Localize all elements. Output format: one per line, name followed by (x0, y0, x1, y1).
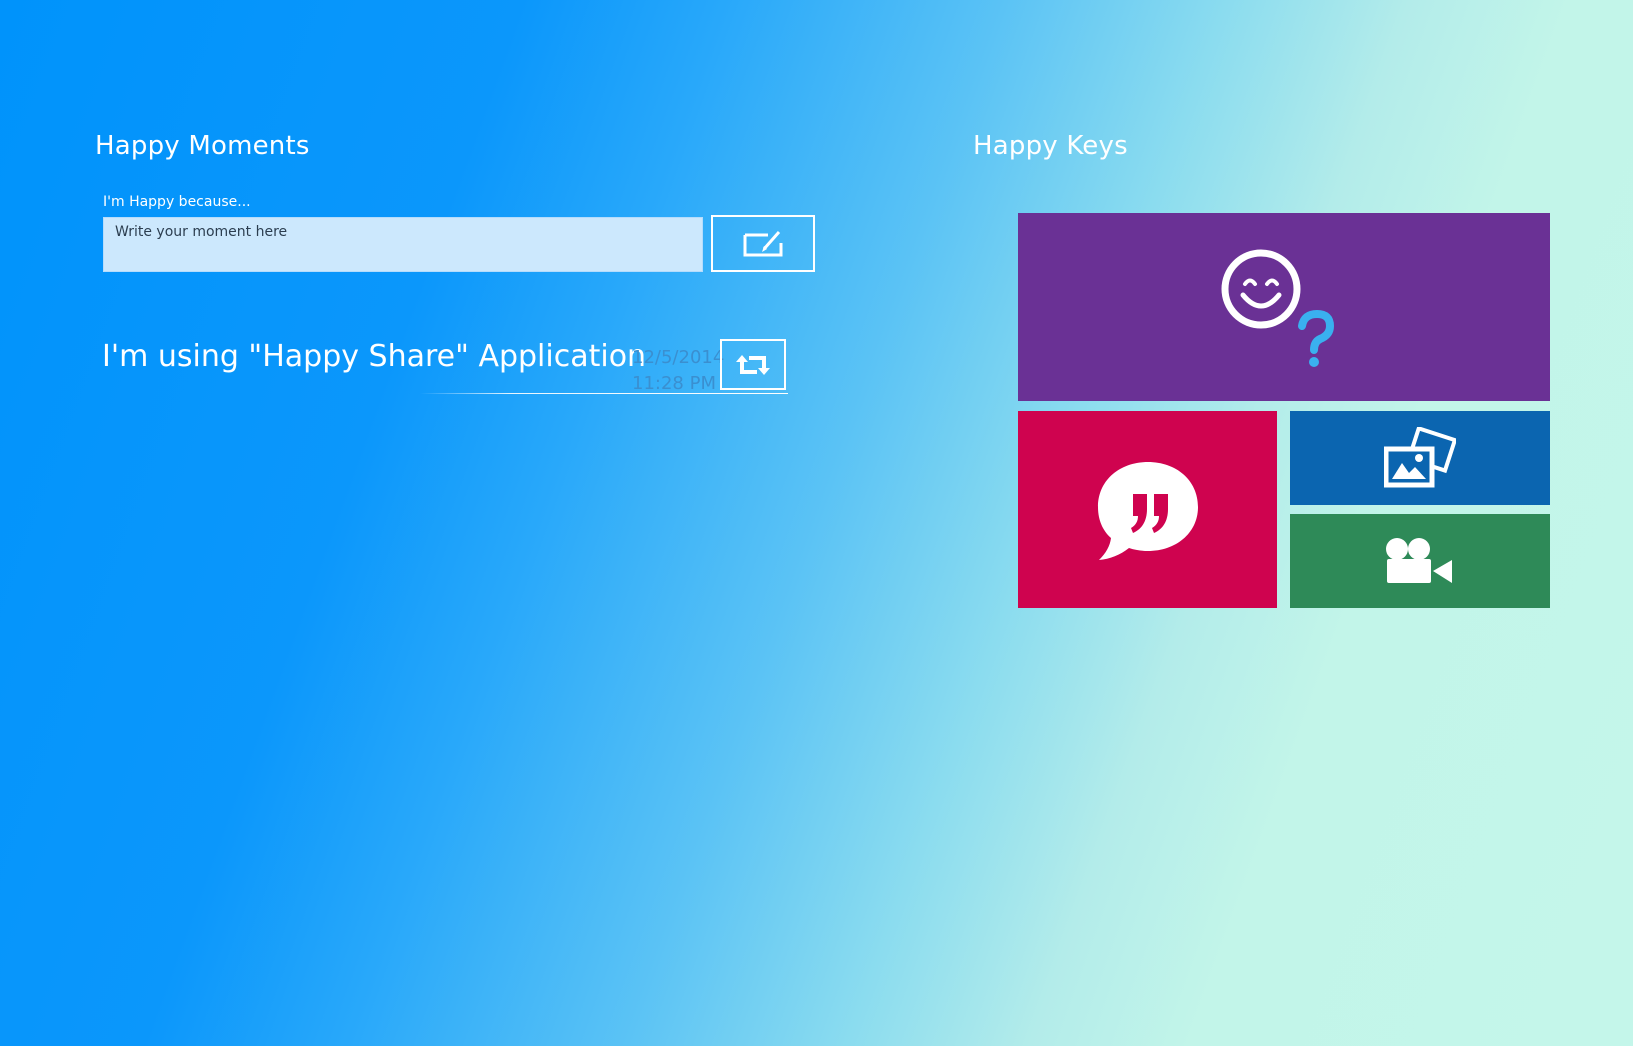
feed-item-divider (420, 393, 788, 394)
compose-icon (743, 230, 783, 256)
feed-item-timestamp: 12/5/2014 11:28 PM (632, 345, 724, 397)
moment-input[interactable] (103, 217, 703, 272)
quote-tile[interactable] (1018, 411, 1277, 608)
photo-tile[interactable] (1290, 411, 1550, 505)
photo-icon (1384, 427, 1456, 488)
video-camera-icon (1386, 538, 1452, 583)
feed-item-date: 12/5/2014 (632, 347, 725, 368)
retweet-icon (736, 354, 770, 375)
happy-keys-title: Happy Keys (973, 131, 1128, 161)
happy-moments-title: Happy Moments (95, 131, 310, 161)
mood-tile[interactable] (1018, 213, 1550, 401)
post-moment-button[interactable] (711, 215, 815, 272)
moment-input-label: I'm Happy because... (103, 194, 251, 210)
video-tile[interactable] (1290, 514, 1550, 608)
feed-item-text: I'm using "Happy Share" Application (102, 339, 647, 374)
smiley-question-icon (1221, 249, 1335, 367)
quote-bubble-icon (1097, 461, 1198, 560)
reshare-button[interactable] (720, 339, 786, 390)
